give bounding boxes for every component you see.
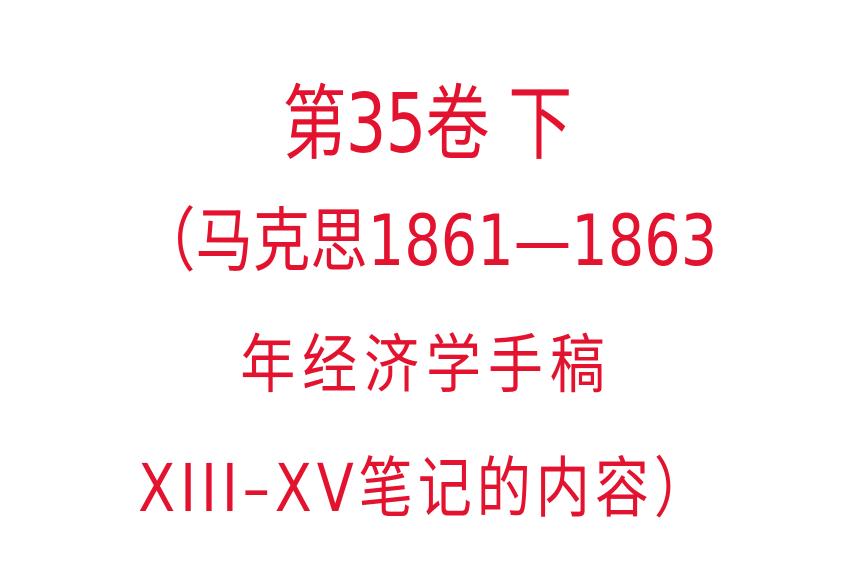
title-page: 第35卷 下 （马克思1861—1863 年经济学手稿 XIII–XV笔记的内容…	[0, 0, 850, 567]
volume-title: 第35卷 下	[282, 77, 573, 172]
subtitle-line-3: XIII–XV笔记的内容）	[138, 450, 713, 527]
subtitle-line-1: （马克思1861—1863	[138, 200, 718, 282]
subtitle-line-2: 年经济学手稿	[240, 329, 612, 403]
